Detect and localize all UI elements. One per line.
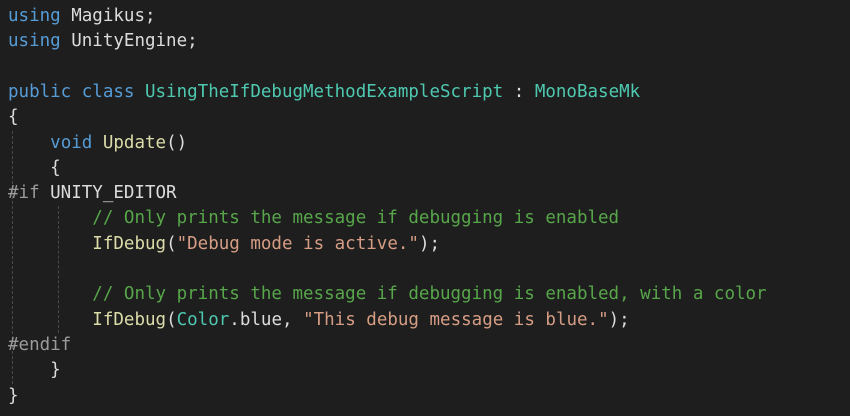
code-token: Color — [176, 309, 230, 330]
code-token: "This debug message is blue." — [303, 309, 609, 330]
code-token: } — [8, 385, 19, 406]
code-token: class — [71, 81, 135, 102]
code-line[interactable]: IfDebug(Color.blue, "This debug message … — [8, 308, 630, 333]
code-token: ); — [608, 309, 630, 330]
code-token: () — [166, 132, 188, 153]
code-token: #endif — [8, 334, 72, 355]
code-line[interactable]: // Only prints the message if debugging … — [8, 282, 767, 307]
code-token: { — [50, 157, 61, 178]
code-token: public — [8, 81, 72, 102]
code-token: void — [50, 132, 93, 153]
code-editor[interactable]: using Magikus; using UnityEngine; public c… — [0, 0, 850, 416]
code-line[interactable]: public class UsingTheIfDebugMethodExampl… — [8, 80, 640, 105]
code-line[interactable]: // Only prints the message if debugging … — [8, 206, 619, 231]
code-token: ); — [418, 233, 441, 254]
code-token: #if — [8, 183, 40, 204]
code-token: MonoBaseMk — [534, 81, 641, 102]
code-token: : — [503, 81, 535, 102]
code-line[interactable]: #if UNITY_EDITOR — [8, 181, 177, 206]
code-line[interactable]: } — [8, 384, 19, 409]
code-token: using — [8, 6, 61, 26]
code-token: Magikus — [60, 6, 145, 26]
code-token: blue — [239, 309, 282, 330]
code-token: IfDebug — [92, 309, 167, 330]
code-token: // Only prints the message if debugging … — [92, 208, 620, 229]
code-token: Update — [102, 132, 167, 153]
code-token: UsingTheIfDebugMethodExampleScript — [134, 81, 504, 102]
code-line[interactable]: } — [8, 358, 61, 383]
code-token: ; — [187, 31, 198, 52]
code-token: "Debug mode is active." — [176, 233, 419, 254]
code-token: UNITY_EDITOR — [39, 183, 177, 204]
code-token: IfDebug — [92, 233, 167, 254]
code-line[interactable]: { — [8, 156, 61, 181]
code-token: using — [8, 31, 61, 52]
code-token: // Only prints the message if debugging … — [92, 284, 767, 305]
code-token: ; — [144, 6, 156, 26]
code-line[interactable]: using UnityEngine; — [8, 29, 198, 54]
code-line[interactable]: { — [8, 105, 19, 130]
code-token: ( — [166, 309, 177, 330]
code-line[interactable]: IfDebug("Debug mode is active."); — [8, 232, 440, 257]
code-token: . — [229, 309, 240, 330]
code-line[interactable]: #endif — [8, 333, 71, 358]
code-token: , — [282, 309, 304, 330]
code-token: { — [8, 107, 19, 128]
code-line[interactable]: void Update() — [8, 131, 187, 156]
code-token: ( — [166, 233, 177, 254]
code-token: } — [50, 360, 61, 381]
code-line[interactable]: using Magikus; — [8, 4, 156, 29]
code-token: UnityEngine — [60, 31, 188, 52]
